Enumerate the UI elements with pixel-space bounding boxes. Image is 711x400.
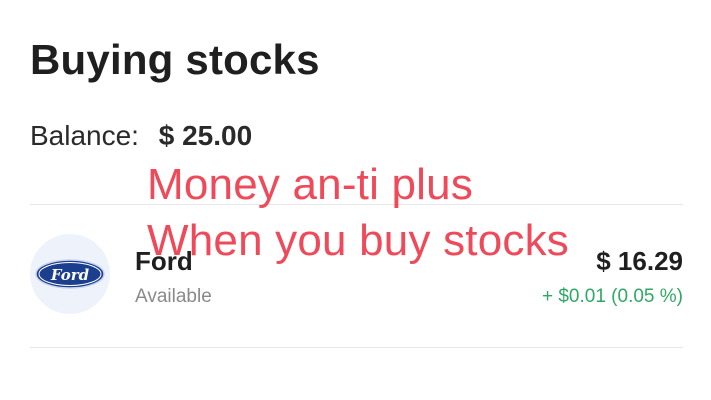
overlay-caption-line-1: Money an-ti plus (147, 160, 474, 209)
balance-label: Balance: (30, 120, 139, 151)
overlay-caption-line-2: When you buy stocks (147, 216, 569, 265)
ford-logo-icon: Ford (30, 234, 110, 314)
divider (30, 347, 683, 348)
buying-stocks-screen: Buying stocks Balance: $ 25.00 Ford Ford… (0, 0, 711, 400)
balance-row: Balance: $ 25.00 (30, 120, 252, 152)
stock-availability: Available (135, 286, 212, 307)
stock-price-change: + $0.01 (0.05 %) (541, 286, 683, 307)
page-title: Buying stocks (30, 36, 320, 83)
balance-value: $ 25.00 (158, 120, 253, 151)
stock-price: $ 16.29 (596, 246, 683, 276)
svg-text:Ford: Ford (50, 266, 90, 284)
